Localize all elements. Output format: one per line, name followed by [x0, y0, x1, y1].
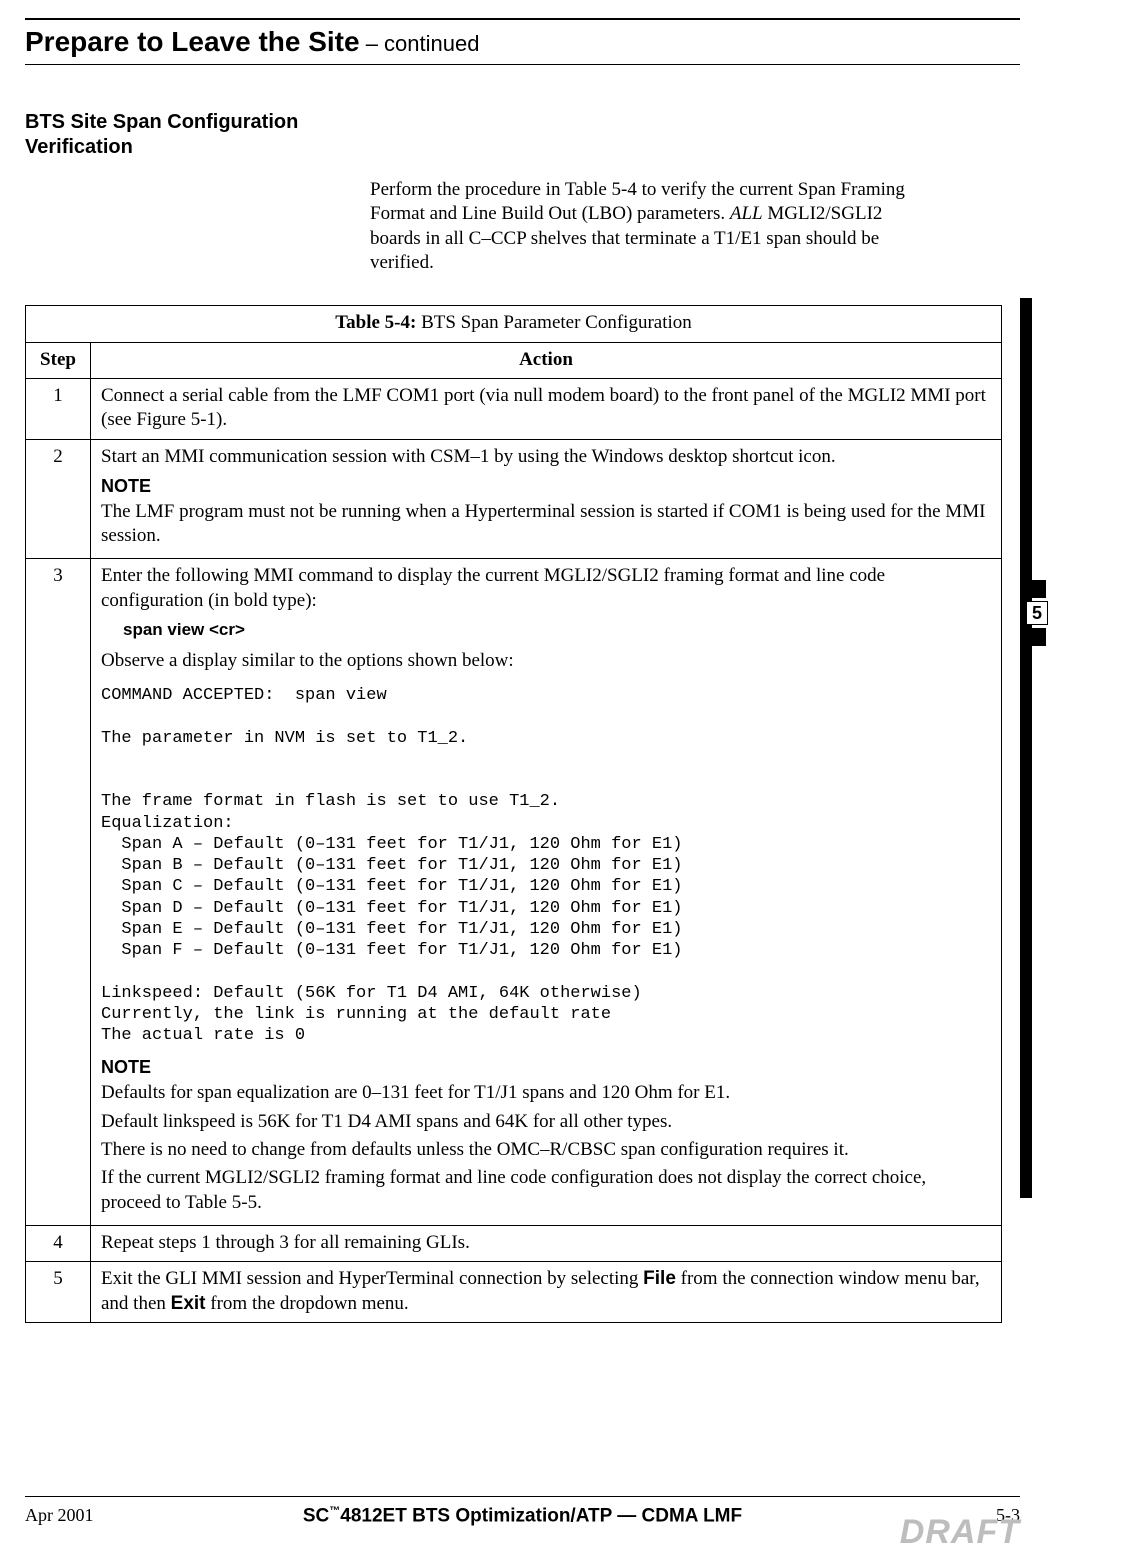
page-footer: Apr 2001 SC™4812ET BTS Optimization/ATP …: [25, 1496, 1020, 1527]
table-row: 3 Enter the following MMI command to dis…: [26, 559, 1002, 1226]
title-main: Prepare to Leave the Site: [25, 26, 360, 57]
note-label: NOTE: [101, 1056, 991, 1079]
intro-paragraph: Perform the procedure in Table 5-4 to ve…: [370, 178, 930, 275]
chapter-tab: 5: [1026, 580, 1048, 646]
step-action: Repeat steps 1 through 3 for all remaini…: [91, 1226, 1002, 1262]
menu-exit-label: Exit: [171, 1293, 206, 1314]
table-row: 4 Repeat steps 1 through 3 for all remai…: [26, 1226, 1002, 1262]
table-caption: Table 5-4: BTS Span Parameter Configurat…: [26, 306, 1002, 342]
side-bar: [1020, 298, 1032, 1198]
mmi-command: span view <cr>: [123, 619, 991, 641]
title-continued: – continued: [360, 31, 480, 56]
footer-doc-title: SC™4812ET BTS Optimization/ATP — CDMA LM…: [145, 1505, 900, 1527]
terminal-output: COMMAND ACCEPTED: span view The paramete…: [101, 685, 991, 1046]
table-row: 5 Exit the GLI MMI session and HyperTerm…: [26, 1262, 1002, 1323]
col-header-action: Action: [91, 342, 1002, 378]
step-action: Exit the GLI MMI session and HyperTermin…: [91, 1262, 1002, 1323]
table-row: 1 Connect a serial cable from the LMF CO…: [26, 378, 1002, 439]
step-number: 4: [26, 1226, 91, 1262]
note-label: NOTE: [101, 475, 991, 498]
step-action: Connect a serial cable from the LMF COM1…: [91, 378, 1002, 439]
tab-square-icon: [1028, 580, 1046, 598]
draft-watermark: DRAFT: [900, 1513, 1020, 1552]
page-title: Prepare to Leave the Site – continued: [25, 26, 1020, 58]
tab-number: 5: [1026, 601, 1048, 625]
step-number: 3: [26, 559, 91, 1226]
step-number: 1: [26, 378, 91, 439]
step-action: Enter the following MMI command to displ…: [91, 559, 1002, 1226]
trademark-icon: ™: [329, 1505, 340, 1517]
step-action: Start an MMI communication session with …: [91, 439, 1002, 559]
step-number: 2: [26, 439, 91, 559]
table-row: 2 Start an MMI communication session wit…: [26, 439, 1002, 559]
footer-date: Apr 2001: [25, 1505, 145, 1526]
tab-square-icon: [1028, 628, 1046, 646]
col-header-step: Step: [26, 342, 91, 378]
menu-file-label: File: [643, 1268, 676, 1289]
step-number: 5: [26, 1262, 91, 1323]
procedure-table: Table 5-4: BTS Span Parameter Configurat…: [25, 305, 1002, 1323]
section-heading: BTS Site Span Configuration Verification: [25, 110, 335, 160]
